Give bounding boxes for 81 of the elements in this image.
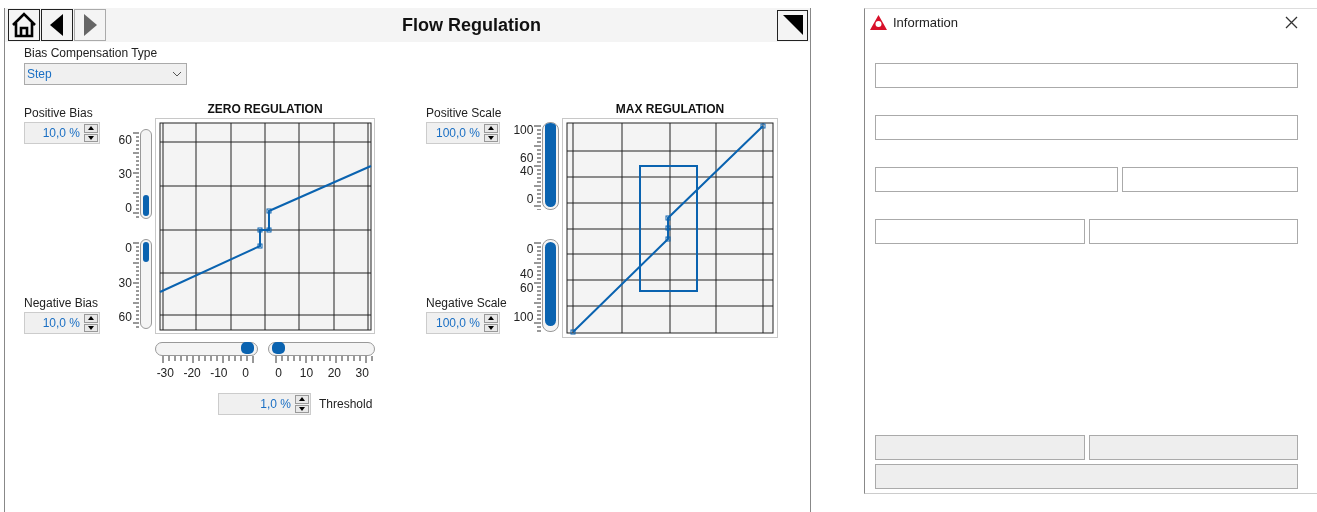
chart-title: ZERO REGULATION: [206, 102, 324, 118]
decrement-button[interactable]: [84, 133, 98, 142]
dialog-title: Information: [893, 15, 960, 30]
tick-label: 0: [526, 243, 534, 256]
close-icon[interactable]: [1285, 16, 1298, 29]
input-field[interactable]: [875, 63, 1298, 88]
input-field[interactable]: [875, 115, 1298, 140]
input-field[interactable]: [1088, 219, 1298, 244]
tick-label: 0: [526, 193, 534, 205]
tick-label: 30: [118, 277, 132, 290]
increment-button[interactable]: [84, 124, 98, 133]
decrement-button[interactable]: [484, 323, 498, 332]
slider-thumb[interactable]: [271, 342, 285, 354]
up-triangle-icon: [488, 126, 494, 131]
tick-label: 10: [299, 366, 314, 380]
tick-label: -10: [210, 366, 228, 380]
decrement-button[interactable]: [295, 404, 309, 413]
chevron-down-icon: [172, 71, 182, 77]
vertical-slider[interactable]: [139, 239, 152, 329]
field-label: Positive Scale: [426, 106, 502, 120]
vertical-slider[interactable]: [139, 129, 152, 219]
tick-label: -30: [156, 366, 174, 380]
left-triangle-icon: [50, 14, 64, 36]
field-label: Bias Compensation Type: [24, 46, 159, 60]
down-triangle-icon: [88, 325, 94, 330]
input-field[interactable]: [1121, 167, 1298, 192]
field-label: Negative Scale: [426, 296, 507, 310]
horizontal-slider[interactable]: [155, 342, 258, 356]
tick-label: 100: [513, 123, 534, 136]
tick-label: 30: [355, 366, 369, 380]
field-label: Negative Bias: [24, 296, 99, 310]
home-button[interactable]: [8, 9, 40, 41]
increment-button[interactable]: [84, 314, 98, 323]
tick-label: 60: [118, 311, 132, 324]
down-triangle-icon: [488, 135, 494, 140]
input-field[interactable]: [875, 167, 1118, 192]
tick-label: 0: [242, 366, 249, 380]
field-label: Positive Bias: [24, 106, 93, 120]
number-field[interactable]: 100,0 %: [426, 312, 500, 334]
number-field[interactable]: 1,0 %: [218, 393, 311, 415]
decrement-button[interactable]: [84, 323, 98, 332]
tick-label: 60: [520, 282, 534, 295]
down-triangle-icon: [299, 406, 305, 411]
up-triangle-icon: [88, 126, 94, 131]
up-triangle-icon: [88, 316, 94, 321]
back-button[interactable]: [41, 9, 73, 41]
chart-title: MAX REGULATION: [614, 102, 726, 118]
increment-button[interactable]: [484, 314, 498, 323]
increment-button[interactable]: [295, 395, 309, 404]
up-triangle-icon: [488, 316, 494, 321]
tick-label: 40: [520, 268, 534, 281]
tick-label: 40: [520, 165, 534, 178]
tick-label: 60: [520, 152, 534, 165]
number-field[interactable]: 10,0 %: [24, 122, 100, 144]
tick-label: -20: [183, 366, 201, 380]
corner-button[interactable]: [777, 9, 808, 41]
right-triangle-icon: [83, 14, 97, 36]
up-triangle-icon: [299, 397, 305, 402]
down-triangle-icon: [88, 135, 94, 140]
slider-thumb[interactable]: [241, 342, 255, 354]
corner-triangle-icon: [782, 15, 803, 35]
dropdown[interactable]: Step: [24, 63, 187, 85]
tick-label: 60: [118, 133, 132, 146]
horizontal-slider[interactable]: [268, 342, 375, 356]
increment-button[interactable]: [484, 124, 498, 133]
warning-triangle-icon: [870, 15, 887, 30]
input-field[interactable]: [875, 219, 1085, 244]
page-title: Flow Regulation: [401, 14, 542, 36]
tick-label: 30: [118, 168, 132, 180]
tick-label: 0: [275, 366, 283, 380]
down-triangle-icon: [488, 325, 494, 330]
tick-label: 0: [125, 242, 132, 254]
tick-label: 0: [125, 202, 132, 215]
vertical-slider[interactable]: [542, 239, 559, 332]
number-field[interactable]: 10,0 %: [24, 312, 100, 334]
number-field[interactable]: 100,0 %: [426, 122, 500, 144]
home-icon: [11, 12, 37, 38]
tick-label: 20: [327, 366, 341, 380]
field-label: Threshold: [319, 397, 373, 411]
tick-label: 100: [513, 311, 534, 324]
decrement-button[interactable]: [484, 133, 498, 142]
